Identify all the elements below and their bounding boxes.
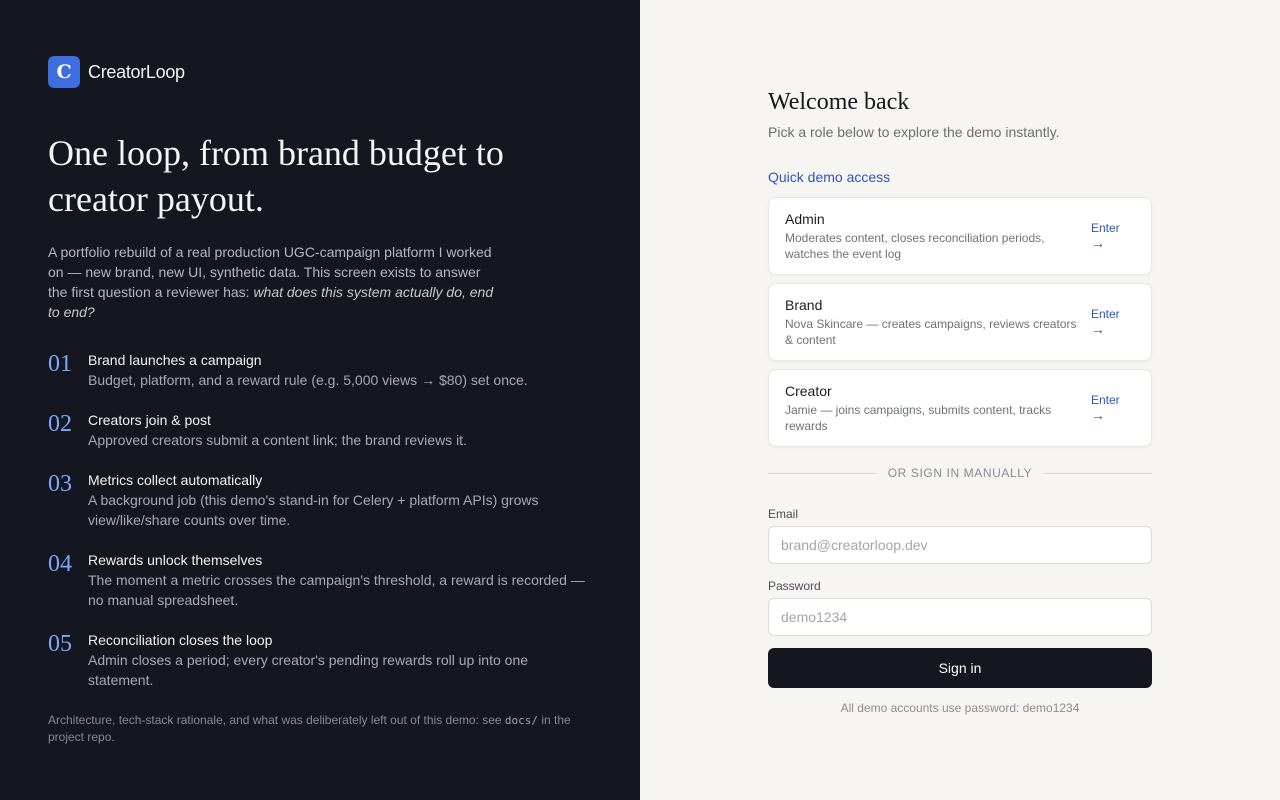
- password-field[interactable]: [768, 598, 1152, 636]
- email-label: Email: [768, 507, 799, 521]
- email-field[interactable]: [768, 526, 1152, 564]
- enter-label: Enter: [1091, 307, 1120, 321]
- step-item: 05 Reconciliation closes the loop Admin …: [48, 630, 592, 690]
- hero-headline: One loop, from brand budget to creator p…: [48, 133, 504, 219]
- brand-header: C CreatorLoop: [48, 56, 592, 88]
- step-title: Creators join & post: [88, 412, 211, 428]
- step-item: 02 Creators join & post Approved creator…: [48, 410, 592, 450]
- arrow-right-icon: →: [1091, 407, 1105, 423]
- hero-intro: A portfolio rebuild of a real production…: [48, 242, 498, 322]
- footnote-text: Architecture, tech-stack rationale, and …: [48, 713, 505, 727]
- logo-icon: C: [48, 56, 80, 88]
- role-title: Admin: [785, 211, 825, 227]
- login-subtitle: Pick a role below to explore the demo in…: [768, 124, 1060, 140]
- quick-access-label: Quick demo access: [768, 169, 891, 185]
- divider-line: [1043, 472, 1153, 474]
- divider-label: OR SIGN IN MANUALLY: [887, 466, 1033, 480]
- step-description: Budget, platform, and a reward rule (e.g…: [88, 372, 528, 388]
- role-card-admin[interactable]: Admin Moderates content, closes reconcil…: [768, 197, 1152, 275]
- manual-signin-divider: OR SIGN IN MANUALLY: [768, 466, 1153, 480]
- footnote-docs-path: docs/: [504, 714, 539, 727]
- demo-password-hint: All demo accounts use password: demo1234: [840, 701, 1080, 715]
- step-description: Admin closes a period; every creator's p…: [88, 652, 529, 688]
- step-title: Metrics collect automatically: [88, 472, 263, 488]
- step-item: 04 Rewards unlock themselves The moment …: [48, 550, 592, 610]
- role-title: Brand: [785, 297, 823, 313]
- password-label: Password: [768, 579, 821, 593]
- steps-list: 01 Brand launches a campaign Budget, pla…: [48, 350, 592, 690]
- arrow-right-icon: →: [1091, 321, 1105, 337]
- step-number: 01: [48, 351, 72, 377]
- enter-brand-button[interactable]: Enter →: [1091, 307, 1135, 337]
- enter-creator-button[interactable]: Enter →: [1091, 393, 1135, 423]
- divider-line: [768, 472, 877, 474]
- role-cards: Admin Moderates content, closes reconcil…: [768, 197, 1152, 447]
- role-card-creator[interactable]: Creator Jamie — joins campaigns, submits…: [768, 369, 1152, 447]
- step-number: 03: [48, 471, 72, 497]
- step-description: Approved creators submit a content link;…: [88, 432, 467, 448]
- enter-label: Enter: [1091, 393, 1120, 407]
- role-title: Creator: [785, 383, 832, 399]
- step-number: 05: [48, 631, 72, 657]
- step-number: 02: [48, 411, 72, 437]
- step-description: A background job (this demo's stand-in f…: [88, 492, 539, 528]
- role-description: Moderates content, closes reconciliation…: [785, 231, 1045, 261]
- footnote: Architecture, tech-stack rationale, and …: [48, 712, 588, 745]
- enter-admin-button[interactable]: Enter →: [1091, 221, 1135, 251]
- login-title: Welcome back: [768, 89, 910, 115]
- step-title: Reconciliation closes the loop: [88, 632, 273, 648]
- role-card-brand[interactable]: Brand Nova Skincare — creates campaigns,…: [768, 283, 1152, 361]
- role-description: Nova Skincare — creates campaigns, revie…: [785, 317, 1077, 347]
- step-number: 04: [48, 551, 72, 577]
- step-item: 01 Brand launches a campaign Budget, pla…: [48, 350, 592, 390]
- step-description: The moment a metric crosses the campaign…: [88, 572, 585, 608]
- brand-name: CreatorLoop: [88, 61, 185, 82]
- arrow-right-icon: →: [1091, 235, 1105, 251]
- role-description: Jamie — joins campaigns, submits content…: [785, 403, 1052, 433]
- intro-panel: C CreatorLoop One loop, from brand budge…: [0, 0, 640, 800]
- enter-label: Enter: [1091, 221, 1120, 235]
- step-title: Brand launches a campaign: [88, 352, 262, 368]
- step-title: Rewards unlock themselves: [88, 552, 263, 568]
- step-item: 03 Metrics collect automatically A backg…: [48, 470, 592, 530]
- login-panel: Welcome back Pick a role below to explor…: [640, 0, 1280, 800]
- sign-in-button[interactable]: Sign in: [768, 648, 1152, 688]
